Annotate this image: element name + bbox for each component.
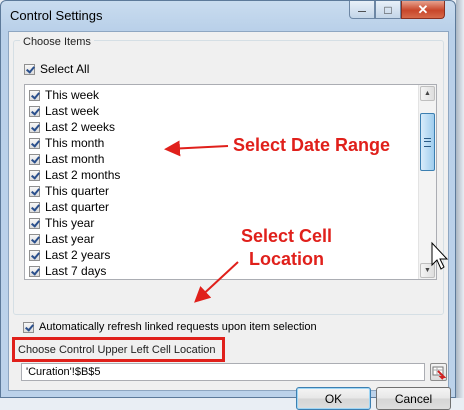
list-item[interactable]: Last 2 weeks [29,119,115,135]
close-icon: ✕ [417,1,429,17]
list-item-label: Last 2 weeks [45,120,116,134]
checkbox-checked-icon[interactable] [29,153,40,165]
list-item-label: This month [45,136,105,150]
cell-location-label: Choose Control Upper Left Cell Location [18,343,216,356]
list-item[interactable]: Last 2 months [29,167,120,183]
grip-icon [424,137,431,147]
checkbox-checked-icon[interactable] [29,121,40,133]
checkbox-checked-icon[interactable] [29,233,40,245]
list-item-label: Last year [45,232,95,246]
cell-location-input[interactable]: 'Curation'!$B$5 [21,363,425,381]
checkbox-checked-icon[interactable] [29,105,40,117]
list-item[interactable]: This month [29,135,104,151]
dialog-body: Choose Items Select All This week Last we… [8,31,451,410]
list-item[interactable]: This week [29,87,99,103]
checkbox-checked-icon[interactable] [29,137,40,149]
checkbox-checked-icon[interactable] [29,169,40,181]
checkbox-checked-icon[interactable] [24,63,35,75]
cell-annotation-line1: Select Cell [241,226,333,246]
checkbox-checked-icon[interactable] [29,185,40,197]
range-picker-icon [432,366,447,380]
window-title: Control Settings [10,8,103,23]
list-item[interactable]: Last year [29,231,94,247]
control-settings-window: Control Settings — □ ✕ Choose Items Sele… [0,0,456,410]
list-item-label: This year [45,216,95,230]
list-item-label: This week [45,88,100,102]
listbox-scrollbar[interactable]: ▲ ▼ [418,85,436,279]
auto-refresh-label: Automatically refresh linked requests up… [39,321,317,333]
items-listbox[interactable]: This week Last week Last 2 weeks This month… [24,84,437,280]
select-all-checkbox[interactable]: Select All [24,62,89,76]
scrollbar-thumb[interactable] [420,113,435,171]
list-item[interactable]: This quarter [29,183,109,199]
select-all-label: Select All [40,62,90,76]
list-item-label: Last 2 years [45,248,111,262]
scroll-down-arrow-icon[interactable]: ▼ [420,263,435,278]
list-item-label: Last quarter [45,200,110,214]
minimize-icon: — [358,7,366,16]
checkbox-checked-icon[interactable] [29,217,40,229]
cell-annotation-line2: Location [249,249,324,269]
auto-refresh-checkbox[interactable]: Automatically refresh linked requests up… [23,321,317,333]
scroll-up-arrow-icon[interactable]: ▲ [420,86,435,101]
close-button[interactable]: ✕ [401,1,445,19]
list-item-label: Last week [45,104,100,118]
cancel-button[interactable]: Cancel [376,387,451,410]
checkbox-checked-icon[interactable] [29,249,40,261]
ok-button[interactable]: OK [296,387,371,410]
list-item[interactable]: Last week [29,103,99,119]
list-item-label: Last month [45,152,105,166]
choose-items-group: Choose Items Select All This week Last we… [13,36,444,315]
checkbox-checked-icon[interactable] [29,265,40,277]
date-range-annotation: Select Date Range [233,135,391,155]
list-item[interactable]: Last 7 days [29,263,106,279]
list-item[interactable]: Last month [29,151,104,167]
cell-location-label-highlight: Choose Control Upper Left Cell Location [12,337,225,362]
minimize-button[interactable]: — [349,1,375,19]
maximize-icon: □ [384,2,392,17]
caption-buttons: — □ ✕ [349,1,445,19]
list-item[interactable]: Last 2 years [29,247,110,263]
choose-items-label: Choose Items [20,36,94,48]
range-picker-button[interactable] [430,363,447,381]
list-item-label: This quarter [45,184,110,198]
list-item[interactable]: This year [29,215,94,231]
background-strip [456,0,464,398]
list-item[interactable]: Last quarter [29,199,109,215]
title-bar[interactable]: Control Settings — □ ✕ [1,1,455,31]
maximize-button[interactable]: □ [375,1,401,19]
list-item-label: Last 7 days [45,264,107,278]
checkbox-checked-icon[interactable] [29,201,40,213]
checkbox-checked-icon[interactable] [29,89,40,101]
list-item-label: Last 2 months [45,168,121,182]
checkbox-checked-icon[interactable] [23,321,34,333]
